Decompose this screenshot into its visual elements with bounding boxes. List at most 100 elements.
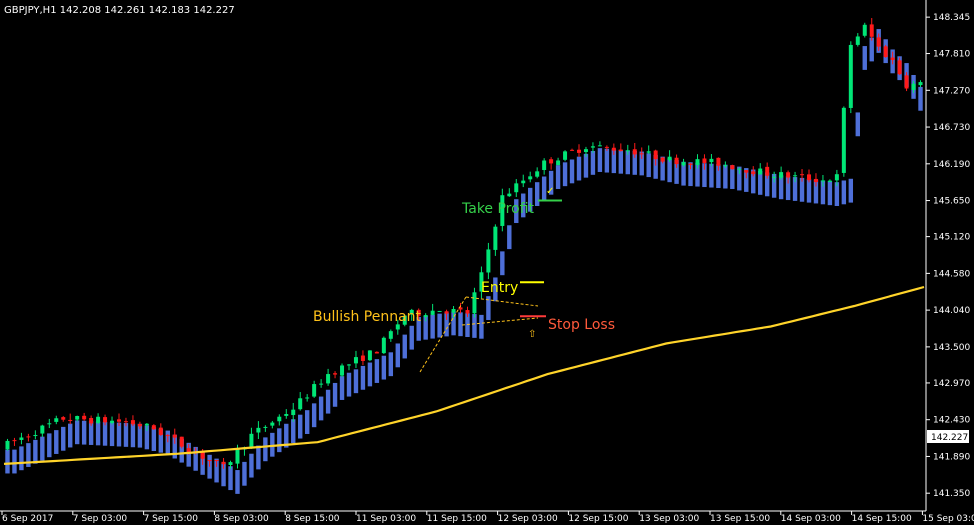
- trend-band-bar: [869, 37, 874, 62]
- trend-band-bar: [534, 182, 540, 206]
- trend-band-bar: [597, 148, 603, 172]
- bearish-candle: [869, 24, 874, 37]
- bullish-candle: [681, 162, 686, 166]
- trend-band-bar: [862, 46, 867, 70]
- current-price-label: 142.227: [931, 433, 968, 443]
- trend-band-bar: [709, 163, 714, 188]
- price-chart[interactable]: GBPJPY,H1 142.208 142.261 142.183 142.22…: [0, 0, 974, 525]
- bearish-candle: [570, 149, 575, 151]
- bullish-candle: [583, 149, 588, 153]
- bearish-candle: [604, 146, 609, 148]
- bullish-candle: [793, 175, 798, 177]
- bullish-candle: [388, 331, 393, 339]
- bullish-candle: [96, 416, 101, 423]
- bullish-candle: [667, 156, 672, 161]
- trend-band-bar: [263, 437, 268, 462]
- bearish-candle: [158, 427, 163, 435]
- bullish-candle: [235, 449, 240, 464]
- bullish-candle: [423, 315, 428, 317]
- bullish-candle: [305, 397, 310, 399]
- trend-band-bar: [40, 436, 45, 461]
- trend-band-bar: [151, 427, 157, 451]
- trend-band-bar: [109, 422, 115, 447]
- bearish-candle: [207, 460, 212, 462]
- price-tick-label: 142.970: [933, 379, 970, 389]
- trend-band-bar: [402, 334, 407, 359]
- trend-band-bar: [479, 314, 484, 339]
- trend-band-bar: [102, 421, 108, 446]
- bearish-candle: [751, 171, 756, 175]
- bullish-candle: [47, 423, 52, 425]
- time-tick-label: 13 Sep 15:00: [710, 514, 770, 524]
- bearish-candle: [68, 419, 73, 421]
- bearish-candle: [800, 174, 805, 176]
- bullish-candle: [493, 226, 498, 250]
- bearish-candle: [61, 417, 66, 420]
- bullish-candle: [597, 145, 602, 147]
- bearish-candle: [165, 435, 170, 437]
- trend-band-bar: [374, 359, 380, 383]
- bearish-candle: [179, 436, 184, 447]
- trend-band-bar: [74, 420, 80, 445]
- price-tick-label: 141.350: [933, 489, 970, 499]
- trend-band-bar: [61, 426, 66, 451]
- trend-band-bar: [723, 164, 728, 189]
- trend-band-bar: [381, 355, 387, 380]
- trend-band-bar: [81, 420, 87, 445]
- bullish-candle: [144, 423, 149, 426]
- trend-band-bar: [604, 148, 610, 173]
- bullish-candle: [535, 171, 540, 177]
- bullish-candle: [33, 434, 38, 437]
- bearish-candle: [897, 60, 902, 75]
- bullish-candle: [298, 398, 303, 410]
- trend-band-bar: [437, 313, 442, 338]
- bullish-candle: [430, 310, 435, 315]
- time-tick-label: 14 Sep 03:00: [781, 514, 841, 524]
- bullish-candle: [395, 324, 400, 330]
- bullish-candle: [542, 160, 547, 170]
- trend-band-bar: [618, 149, 624, 174]
- price-tick-label: 148.345: [933, 13, 970, 23]
- price-tick-label: 142.430: [933, 416, 970, 426]
- bearish-candle: [26, 436, 31, 438]
- bearish-candle: [333, 373, 338, 375]
- trend-band-bar: [758, 171, 763, 195]
- trend-band-bar: [569, 159, 575, 184]
- trend-band-bar: [311, 403, 317, 428]
- time-tick-label: 8 Sep 03:00: [214, 514, 269, 524]
- bullish-candle: [263, 426, 268, 428]
- bullish-candle: [326, 374, 331, 384]
- trend-band-bar: [848, 178, 854, 203]
- bullish-candle: [472, 292, 477, 314]
- bearish-candle: [618, 149, 623, 152]
- bullish-candle: [590, 146, 595, 148]
- trend-band-bar: [5, 449, 10, 474]
- bullish-candle: [228, 462, 233, 465]
- price-tick-label: 146.190: [933, 160, 970, 170]
- trend-band-bar: [47, 433, 52, 458]
- bearish-candle: [786, 172, 791, 178]
- bullish-candle: [277, 416, 282, 422]
- bearish-candle: [117, 419, 121, 422]
- bearish-candle: [374, 351, 379, 354]
- bullish-candle: [646, 151, 651, 153]
- bearish-candle: [807, 174, 811, 181]
- trend-band-bar: [130, 423, 136, 448]
- trend-band-bar: [291, 419, 296, 444]
- bearish-candle: [89, 418, 94, 424]
- trend-band-bar: [583, 153, 589, 178]
- time-tick-label: 12 Sep 15:00: [568, 514, 628, 524]
- bullish-candle: [709, 158, 714, 163]
- trend-band-bar: [409, 325, 414, 350]
- time-tick-label: 11 Sep 03:00: [356, 514, 416, 524]
- bearish-candle: [904, 75, 909, 89]
- price-tick-label: 143.500: [933, 343, 970, 353]
- price-tick-label: 141.890: [933, 452, 970, 462]
- trend-band-bar: [827, 181, 833, 206]
- bullish-candle: [556, 160, 561, 166]
- bullish-candle: [110, 420, 115, 423]
- price-tick-label: 145.120: [933, 233, 970, 243]
- trend-band-bar: [256, 445, 261, 470]
- bullish-candle: [827, 180, 832, 182]
- time-tick-label: 15 Sep 03:00: [922, 514, 974, 524]
